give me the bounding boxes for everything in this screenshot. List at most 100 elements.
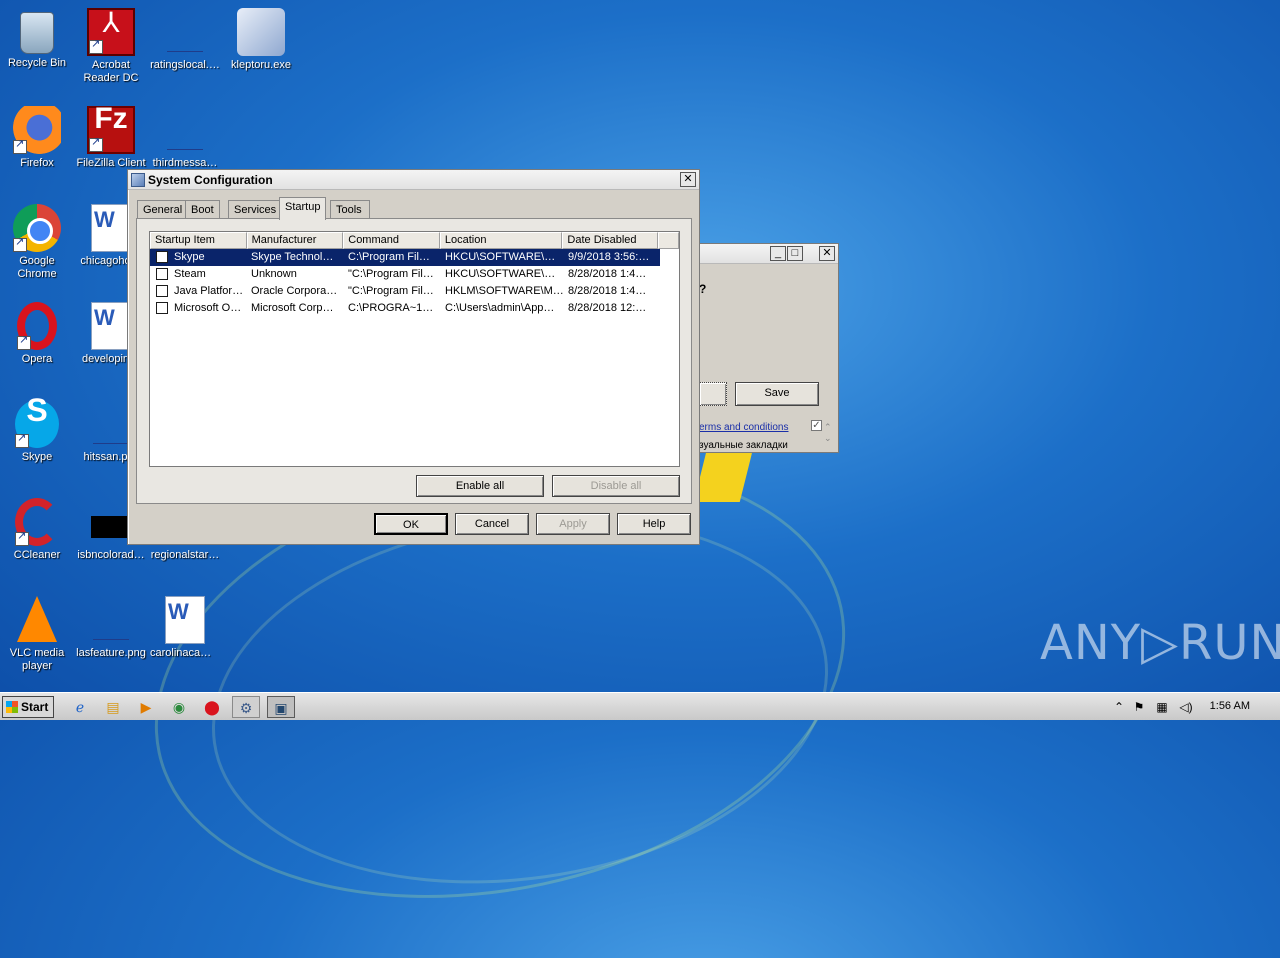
shortcut-arrow-icon xyxy=(17,334,31,350)
desktop-icon-recycle-bin[interactable]: Recycle Bin xyxy=(0,8,74,70)
word-doc-icon: W xyxy=(91,204,131,252)
system-configuration-window[interactable]: System Configuration ✕ General Boot Serv… xyxy=(127,169,700,545)
column-header-startup-item[interactable]: Startup Item xyxy=(150,232,247,249)
terms-checkbox[interactable]: ✓ xyxy=(811,420,822,431)
cell-date-disabled: 8/28/2018 12:… xyxy=(568,302,647,314)
chrome-taskbar-icon[interactable]: ◉ xyxy=(165,696,193,718)
system-configuration-titlebar[interactable]: System Configuration ✕ xyxy=(128,170,699,190)
cell-manufacturer: Skype Technol… xyxy=(247,249,344,266)
black-image-icon xyxy=(91,516,131,538)
vlc-icon xyxy=(17,596,57,642)
blank-file-icon xyxy=(161,106,209,154)
firefox-icon xyxy=(13,106,61,154)
desktop-icon-ccleaner[interactable]: CCleaner xyxy=(0,498,74,562)
installer-taskbar-icon[interactable]: ⚙ xyxy=(232,696,260,718)
column-header-location[interactable]: Location xyxy=(439,232,563,249)
cell-date-disabled: 8/28/2018 1:4… xyxy=(568,268,647,280)
word-doc-icon: W xyxy=(91,302,131,350)
msconfig-taskbar-icon[interactable]: ▣ xyxy=(267,696,295,718)
shortcut-arrow-icon xyxy=(13,138,27,154)
cell-date-disabled: 8/28/2018 1:4… xyxy=(568,285,647,297)
terms-and-conditions-link[interactable]: erms and conditions xyxy=(699,422,789,433)
background-window[interactable]: _ □ ✕ ? Save erms and conditions ✓ зуаль… xyxy=(680,243,839,453)
table-row[interactable]: Microsoft O… Microsoft Corp… C:\PROGRA~1… xyxy=(150,300,679,317)
desktop-icon-lasfeature[interactable]: lasfeature.png xyxy=(74,596,148,660)
opera-taskbar-icon[interactable]: ⬤ xyxy=(198,696,226,718)
disable-all-button[interactable]: Disable all xyxy=(552,475,680,497)
desktop-icon-acrobat[interactable]: ⅄ Acrobat Reader DC xyxy=(74,8,148,85)
apply-button[interactable]: Apply xyxy=(536,513,610,535)
tab-services[interactable]: Services xyxy=(228,200,283,219)
maximize-icon[interactable]: □ xyxy=(787,246,803,261)
word-doc-icon: W xyxy=(165,596,205,644)
tab-general[interactable]: General xyxy=(137,200,189,219)
tab-boot[interactable]: Boot xyxy=(185,200,220,219)
desktop-icon-firefox[interactable]: Firefox xyxy=(0,106,74,170)
bookmarks-label: зуальные закладки xyxy=(699,440,788,451)
installer-icon xyxy=(237,8,285,56)
desktop-icon-ratingslocal[interactable]: ratingslocal.… xyxy=(148,8,222,72)
filezilla-icon: Fz xyxy=(87,104,135,154)
anyrun-watermark: ANY▷RUN xyxy=(1040,615,1280,671)
column-header-date-disabled[interactable]: Date Disabled xyxy=(562,232,659,249)
desktop-icon-thirdmessa[interactable]: thirdmessa… xyxy=(148,106,222,170)
desktop-icon-chrome[interactable]: Google Chrome xyxy=(0,204,74,281)
enable-all-button[interactable]: Enable all xyxy=(416,475,544,497)
desktop-icon-vlc[interactable]: VLC media player xyxy=(0,596,74,673)
table-row[interactable]: Skype Skype Technol… C:\Program Fil… HKC… xyxy=(150,249,679,266)
tab-startup[interactable]: Startup xyxy=(279,197,327,220)
startup-items-list[interactable]: Startup Item Manufacturer Command Locati… xyxy=(149,231,680,467)
shortcut-arrow-icon xyxy=(13,236,27,252)
table-row[interactable]: Steam Unknown "C:\Program Fil… HKCU\SOFT… xyxy=(150,266,679,283)
window-title: System Configuration xyxy=(148,173,273,187)
wallpaper-shape xyxy=(693,452,753,502)
cell-location: C:\Users\admin\App… xyxy=(445,302,555,314)
save-button[interactable]: Save xyxy=(735,382,819,406)
shortcut-arrow-icon xyxy=(89,136,103,152)
cell-location: HKCU\SOFTWARE\M… xyxy=(445,268,564,280)
close-icon[interactable]: ✕ xyxy=(819,246,835,261)
volume-icon[interactable]: ◁) xyxy=(1172,696,1200,718)
row-checkbox[interactable] xyxy=(156,302,168,314)
start-button[interactable]: Start xyxy=(2,696,54,718)
cell-manufacturer: Oracle Corpora… xyxy=(251,285,338,297)
cell-command: "C:\Program Fil… xyxy=(348,268,434,280)
taskbar-clock[interactable]: 1:56 AM xyxy=(1210,700,1250,712)
cell-location: HKLM\SOFTWARE\M… xyxy=(445,285,564,297)
cancel-button[interactable]: Cancel xyxy=(455,513,529,535)
tab-tools[interactable]: Tools xyxy=(330,200,370,219)
partial-button[interactable] xyxy=(699,382,727,406)
cell-location: HKCU\SOFTWARE\M… xyxy=(441,249,564,266)
shortcut-arrow-icon xyxy=(89,38,103,54)
blank-file-icon xyxy=(161,8,209,56)
prompt-question-mark: ? xyxy=(699,282,707,296)
ok-button[interactable]: OK xyxy=(374,513,448,535)
cell-command: C:\Program Fil… xyxy=(344,249,441,266)
row-checkbox[interactable] xyxy=(156,251,168,263)
file-explorer-icon[interactable]: ▤ xyxy=(99,696,127,718)
media-player-icon[interactable]: ▶ xyxy=(132,696,160,718)
help-button[interactable]: Help xyxy=(617,513,691,535)
row-checkbox[interactable] xyxy=(156,268,168,280)
desktop-icon-kleptoru[interactable]: kleptoru.exe xyxy=(224,8,298,72)
recycle-bin-icon xyxy=(20,12,54,54)
msconfig-app-icon xyxy=(131,173,145,187)
row-checkbox[interactable] xyxy=(156,285,168,297)
column-header-command[interactable]: Command xyxy=(343,232,440,249)
desktop-icon-opera[interactable]: Opera xyxy=(0,302,74,366)
desktop-icon-carolinacam[interactable]: W carolinacam… xyxy=(148,596,222,660)
startup-tab-panel: Startup Item Manufacturer Command Locati… xyxy=(136,218,692,504)
column-header-manufacturer[interactable]: Manufacturer xyxy=(246,232,344,249)
background-window-titlebar[interactable]: _ □ ✕ xyxy=(681,244,838,264)
desktop-icon-skype[interactable]: S Skype xyxy=(0,394,74,464)
desktop-icon-filezilla[interactable]: Fz FileZilla Client xyxy=(74,104,148,170)
internet-explorer-icon[interactable]: ℯ xyxy=(66,696,94,718)
table-row[interactable]: Java Platfor… Oracle Corpora… "C:\Progra… xyxy=(150,283,679,300)
cell-command: C:\PROGRA~1… xyxy=(348,302,434,314)
minimize-icon[interactable]: _ xyxy=(770,246,786,261)
close-icon[interactable]: ✕ xyxy=(680,172,696,187)
ccleaner-icon xyxy=(15,498,59,546)
cell-manufacturer: Microsoft Corp… xyxy=(251,302,334,314)
scroll-arrows-icon[interactable]: ⌃ ⌄ xyxy=(824,422,832,444)
cell-manufacturer: Unknown xyxy=(251,268,297,280)
